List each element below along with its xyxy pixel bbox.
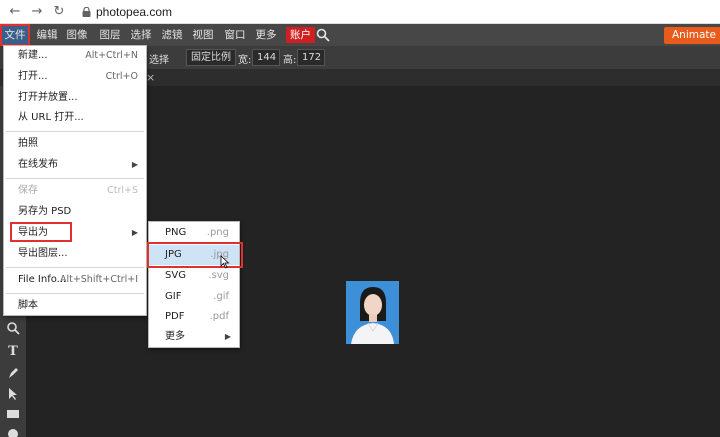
- app-root: ← → ↻ photopea.com 文件 编辑 图像 图层 选择 滤镜 视图 …: [0, 0, 720, 437]
- menu-item-file-info-shortcut: Alt+Shift+Ctrl+I: [59, 274, 138, 285]
- address-bar[interactable]: photopea.com: [74, 2, 714, 22]
- export-gif-ext: .gif: [213, 291, 229, 302]
- menu-item-save-shortcut: Ctrl+S: [107, 185, 138, 196]
- export-gif[interactable]: GIF .gif: [149, 287, 239, 307]
- export-pdf-ext: .pdf: [209, 311, 229, 322]
- ratio-select-value: 固定比例: [191, 52, 231, 63]
- menu-item-capture[interactable]: 拍照: [4, 134, 146, 154]
- path-select-icon[interactable]: [5, 387, 21, 403]
- menu-item-new-label: 新建...: [18, 50, 48, 61]
- height-input[interactable]: 172: [297, 49, 325, 66]
- menu-item-open-shortcut: Ctrl+O: [105, 71, 138, 82]
- export-submenu: PNG .png JPG .jpg SVG .svg GIF .gif PDF …: [148, 221, 240, 348]
- menu-select[interactable]: 选择: [128, 24, 154, 46]
- export-more-label: 更多: [165, 331, 185, 342]
- reload-icon[interactable]: ↻: [50, 3, 68, 21]
- zoom-tool-icon[interactable]: [5, 321, 21, 337]
- arrow-right-icon[interactable]: →: [28, 3, 46, 21]
- menu-item-script[interactable]: 脚本: [4, 296, 146, 316]
- export-png-label: PNG: [165, 227, 187, 238]
- export-more[interactable]: 更多 ▶: [149, 327, 239, 347]
- menu-window[interactable]: 窗口: [222, 24, 248, 46]
- height-label: 高:: [283, 55, 297, 66]
- export-svg-ext: .svg: [208, 270, 229, 281]
- export-png[interactable]: PNG .png: [149, 223, 239, 243]
- url-text: photopea.com: [96, 5, 173, 19]
- menu-item-open-place[interactable]: 打开并放置...: [4, 88, 146, 108]
- menu-divider: [6, 131, 144, 132]
- menu-divider: [6, 293, 144, 294]
- width-input[interactable]: 144: [252, 49, 280, 66]
- menu-item-new-shortcut: Alt+Ctrl+N: [85, 50, 138, 61]
- animate-button[interactable]: Animate: [664, 27, 720, 44]
- ratio-select[interactable]: 固定比例 ▼: [186, 49, 236, 78]
- export-gif-label: GIF: [165, 291, 182, 302]
- text-tool-icon[interactable]: T: [5, 344, 21, 360]
- menu-image[interactable]: 图像: [64, 24, 90, 46]
- menu-item-export-layers[interactable]: 导出图层...: [4, 244, 146, 264]
- pen-tool-icon[interactable]: [5, 366, 21, 382]
- menu-divider: [6, 267, 144, 268]
- lock-icon: [82, 7, 91, 17]
- menu-item-new[interactable]: 新建... Alt+Ctrl+N: [4, 46, 146, 66]
- export-svg-label: SVG: [165, 270, 186, 281]
- browser-bar: ← → ↻ photopea.com: [0, 0, 720, 24]
- select-label[interactable]: 选择: [149, 51, 169, 66]
- submenu-arrow-icon: ▶: [131, 160, 138, 169]
- menu-view[interactable]: 视图: [190, 24, 216, 46]
- id-photo-image: [346, 281, 399, 344]
- menu-divider: [6, 178, 144, 179]
- menu-item-save-as-psd[interactable]: 另存为 PSD: [4, 202, 146, 222]
- submenu-arrow-icon: ▶: [224, 332, 231, 341]
- search-icon[interactable]: [316, 28, 330, 42]
- menu-item-open-url[interactable]: 从 URL 打开...: [4, 108, 146, 128]
- menu-item-file-info[interactable]: File Info... Alt+Shift+Ctrl+I: [4, 270, 146, 290]
- animate-label: Animate: [672, 29, 716, 41]
- menu-edit[interactable]: 编辑: [34, 24, 60, 46]
- export-svg[interactable]: SVG .svg: [149, 266, 239, 286]
- menu-bar: 文件 编辑 图像 图层 选择 滤镜 视图 窗口 更多 账户 Animate: [0, 24, 720, 46]
- width-label: 宽:: [238, 55, 252, 66]
- submenu-arrow-icon: ▶: [131, 228, 138, 237]
- hand-tool-icon[interactable]: [5, 427, 21, 437]
- menu-item-open-label: 打开...: [18, 71, 48, 82]
- menu-layer[interactable]: 图层: [97, 24, 123, 46]
- arrow-left-icon[interactable]: ←: [6, 3, 24, 21]
- menu-file[interactable]: 文件: [0, 24, 30, 46]
- export-pdf[interactable]: PDF .pdf: [149, 307, 239, 327]
- menu-more[interactable]: 更多: [253, 24, 279, 46]
- menu-item-open[interactable]: 打开... Ctrl+O: [4, 67, 146, 87]
- menu-item-publish-label: 在线发布: [18, 159, 58, 170]
- close-icon[interactable]: ×: [146, 71, 155, 84]
- menu-item-publish-online[interactable]: 在线发布 ▶: [4, 155, 146, 175]
- export-pdf-label: PDF: [165, 311, 185, 322]
- menu-item-save-label: 保存: [18, 185, 38, 196]
- mouse-cursor-icon: [220, 255, 230, 269]
- menu-item-save: 保存 Ctrl+S: [4, 181, 146, 201]
- rectangle-tool-icon[interactable]: [5, 407, 21, 423]
- account-button[interactable]: 账户: [286, 27, 315, 43]
- menu-filter[interactable]: 滤镜: [159, 24, 185, 46]
- export-png-ext: .png: [206, 227, 229, 238]
- file-menu-dropdown: 新建... Alt+Ctrl+N 打开... Ctrl+O 打开并放置... 从…: [3, 45, 147, 316]
- export-as-highlight-box: [10, 222, 72, 242]
